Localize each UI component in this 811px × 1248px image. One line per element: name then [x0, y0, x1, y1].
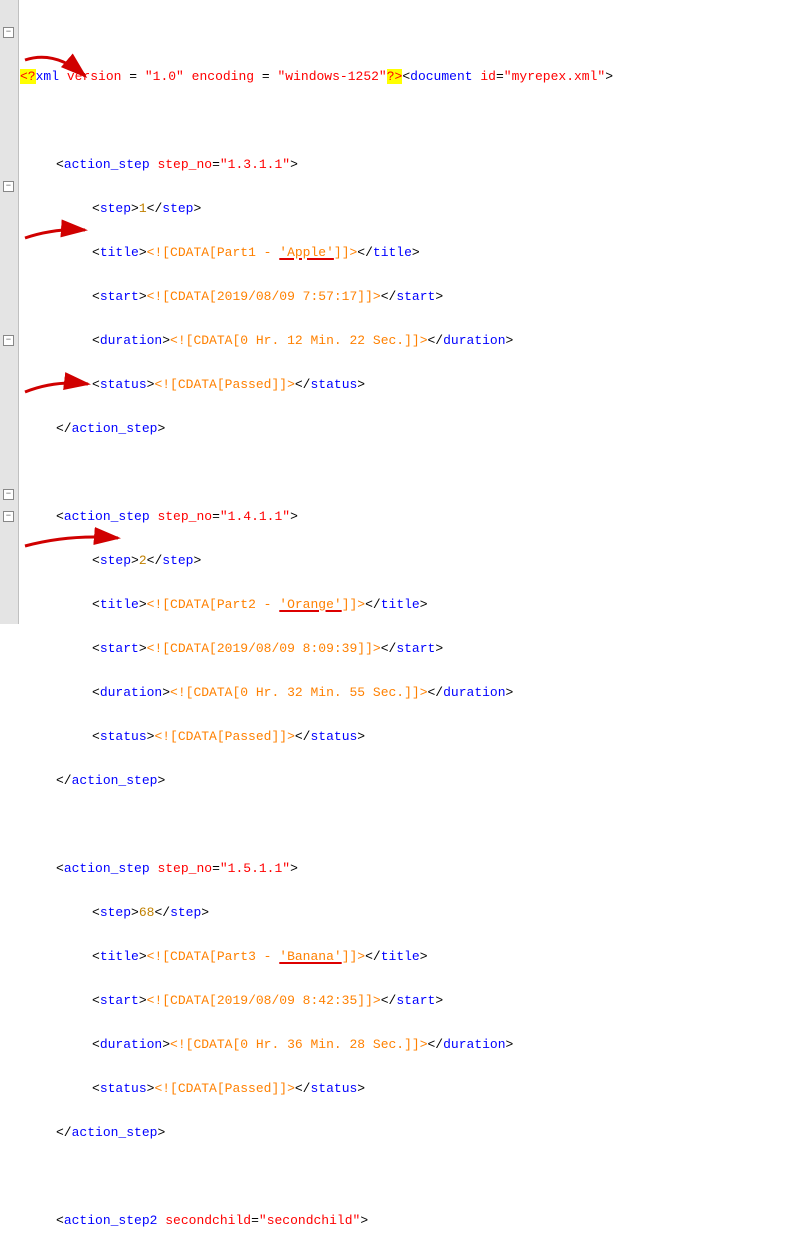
duration-elem: <duration><![CDATA[0 Hr. 32 Min. 55 Sec.…: [20, 682, 811, 704]
title-elem: <title><![CDATA[Part1 - 'Apple']]></titl…: [20, 242, 811, 264]
fold-box[interactable]: −: [3, 27, 14, 38]
fold-box[interactable]: −: [3, 335, 14, 346]
start-elem: <start><![CDATA[2019/08/09 7:57:17]]></s…: [20, 286, 811, 308]
action-step-close: </action_step>: [20, 1122, 811, 1144]
step-elem: <step>68</step>: [20, 902, 811, 924]
fold-box[interactable]: −: [3, 489, 14, 500]
duration-elem: <duration><![CDATA[0 Hr. 36 Min. 28 Sec.…: [20, 1034, 811, 1056]
action-step-open: <action_step step_no="1.5.1.1">: [20, 858, 811, 880]
title-elem: <title><![CDATA[Part3 - 'Banana']]></tit…: [20, 946, 811, 968]
start-elem: <start><![CDATA[2019/08/09 8:42:35]]></s…: [20, 990, 811, 1012]
step-elem: <step>2</step>: [20, 550, 811, 572]
status-elem: <status><![CDATA[Passed]]></status>: [20, 1078, 811, 1100]
fold-box[interactable]: −: [3, 181, 14, 192]
fold-box[interactable]: −: [3, 511, 14, 522]
step-elem: <step>1</step>: [20, 198, 811, 220]
status-elem: <status><![CDATA[Passed]]></status>: [20, 726, 811, 748]
code-area[interactable]: <?xml version = "1.0" encoding = "window…: [18, 0, 811, 1248]
duration-elem: <duration><![CDATA[0 Hr. 12 Min. 22 Sec.…: [20, 330, 811, 352]
xml-decl: <?xml version = "1.0" encoding = "window…: [20, 66, 811, 88]
start-elem: <start><![CDATA[2019/08/09 8:09:39]]></s…: [20, 638, 811, 660]
action-step-close: </action_step>: [20, 770, 811, 792]
action-step-open: <action_step step_no="1.4.1.1">: [20, 506, 811, 528]
action-step-close: </action_step>: [20, 418, 811, 440]
title-elem: <title><![CDATA[Part2 - 'Orange']]></tit…: [20, 594, 811, 616]
fold-gutter: − − − − −: [0, 0, 19, 624]
action-step2-open: <action_step2 secondchild="secondchild">: [20, 1210, 811, 1232]
action-step-open: <action_step step_no="1.3.1.1">: [20, 154, 811, 176]
status-elem: <status><![CDATA[Passed]]></status>: [20, 374, 811, 396]
